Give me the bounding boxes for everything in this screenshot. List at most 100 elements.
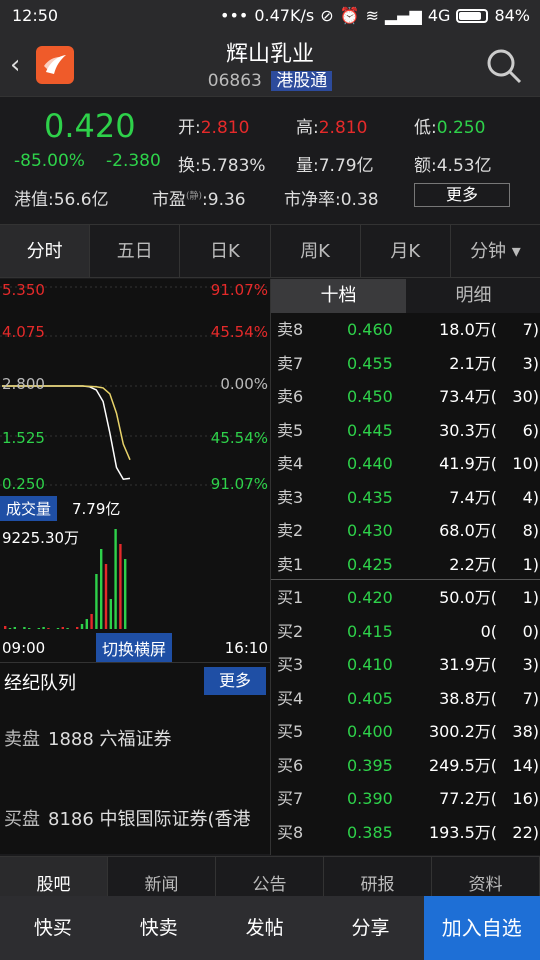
ask-row: 卖4 0.440 41.9万(10) — [271, 447, 540, 480]
change-percent: -85.00% — [14, 151, 85, 171]
bid-px: 0.385 — [347, 822, 393, 842]
stock-code-line: 06863 港股通 — [0, 66, 540, 91]
bid-lvl: 买3 — [277, 655, 304, 674]
volume-bar — [119, 544, 122, 629]
ask-px: 0.455 — [347, 353, 393, 373]
volume-bar — [104, 564, 108, 629]
broker-queue: 经纪队列 更多 卖盘 1888 六福证券 买盘 8186 中银国际证券(香港 — [0, 662, 270, 854]
ask-row: 卖2 0.430 68.0万(8) — [271, 514, 540, 547]
network-speed: 0.47K/s — [254, 6, 315, 25]
bid-px: 0.395 — [347, 755, 393, 775]
volume-bar — [23, 627, 26, 629]
bid-vol: 249.5万( — [428, 755, 497, 775]
tab-monthly-k[interactable]: 月K — [361, 225, 451, 277]
ask-lvl: 卖6 — [277, 387, 304, 406]
time-end-label: 16:10 — [224, 639, 268, 657]
broker-more-button[interactable]: 更多 — [204, 667, 266, 695]
volume-bar — [4, 626, 7, 629]
tab-five-day[interactable]: 五日 — [90, 225, 181, 277]
volume: 量:7.79亿 — [296, 156, 374, 176]
ask-vol: 41.9万( — [439, 454, 497, 473]
bid-px: 0.400 — [347, 722, 393, 741]
tab-ten-levels[interactable]: 十档 — [271, 279, 406, 313]
share-button[interactable]: 分享 — [318, 896, 424, 960]
bid-lvl: 买4 — [277, 688, 304, 708]
ask-px: 0.425 — [347, 554, 393, 574]
bid-px: 0.420 — [347, 588, 393, 607]
y-right-label: 45.54% — [210, 429, 268, 447]
bid-cnt: 14) — [512, 755, 539, 775]
tab-announcements[interactable]: 公告 — [216, 857, 324, 896]
add-to-watchlist-button[interactable]: 加入自选 — [423, 896, 540, 960]
bid-px: 0.390 — [347, 789, 393, 808]
bid-lvl: 买6 — [277, 755, 304, 775]
bid-px: 0.415 — [347, 621, 393, 641]
tab-research[interactable]: 研报 — [324, 857, 432, 896]
hk-connect-badge: 港股通 — [271, 71, 333, 91]
volume-bar — [61, 627, 64, 629]
y-left-label: 1.525 — [2, 429, 45, 447]
quick-sell-button[interactable]: 快卖 — [106, 896, 212, 960]
status-time: 12:50 — [12, 6, 59, 25]
ask-px: 0.430 — [347, 521, 393, 540]
news-tabs: 股吧 新闻 公告 研报 资料 — [0, 856, 540, 896]
tab-news[interactable]: 新闻 — [108, 857, 216, 896]
bottom-action-bar: 快买 快卖 发帖 分享 加入自选 — [0, 896, 540, 960]
y-right-label: 0.00% — [220, 375, 268, 393]
volume-bar — [13, 627, 16, 629]
bid-cnt: 38) — [512, 722, 539, 741]
ask-px: 0.460 — [347, 320, 393, 339]
status-bar: 12:50 ••• 0.47K/s ⊘ ⏰ ≋ ▂▄▆ 4G 84% — [0, 0, 540, 32]
tab-intraday[interactable]: 分时 — [0, 225, 91, 277]
bid-vol: 50.0万( — [439, 588, 497, 607]
bid-px: 0.410 — [347, 655, 393, 674]
high-price: 高:2.810 — [296, 118, 368, 138]
quick-buy-button[interactable]: 快买 — [0, 896, 106, 960]
tab-profile[interactable]: 资料 — [432, 857, 540, 896]
tab-minute[interactable]: 分钟 ▾ — [451, 225, 540, 277]
search-icon[interactable] — [484, 46, 524, 86]
tab-weekly-k[interactable]: 周K — [271, 225, 361, 277]
ask-px: 0.440 — [347, 454, 393, 473]
ask-vol: 30.3万( — [439, 420, 497, 440]
intraday-chart[interactable]: 5.350 4.075 2.800 1.525 0.250 91.07% 45.… — [0, 279, 270, 663]
bid-vol: 31.9万( — [439, 655, 497, 674]
bid-row: 买7 0.390 77.2万(16) — [271, 782, 540, 815]
ask-cnt: 7) — [522, 320, 539, 339]
ask-lvl: 卖5 — [277, 420, 304, 440]
network-type: 4G — [427, 6, 451, 25]
volume-bar — [100, 549, 103, 629]
landscape-button[interactable]: 切换横屏 — [96, 633, 173, 663]
ask-lvl: 卖8 — [277, 320, 304, 339]
ask-row: 卖1 0.425 2.2万(1) — [271, 548, 540, 581]
tab-details[interactable]: 明细 — [406, 279, 540, 313]
more-dots-icon: ••• — [220, 6, 249, 25]
volume-bar — [124, 559, 127, 629]
quote-more-button[interactable]: 更多 — [414, 183, 510, 207]
market-cap: 港值:56.6亿 — [14, 190, 109, 210]
ask-vol: 2.2万( — [449, 554, 497, 574]
ask-vol: 18.0万( — [439, 320, 497, 339]
bid-row: 买6 0.395 249.5万( 14) — [271, 749, 540, 782]
bid-vol: 193.5万( — [428, 822, 497, 842]
ask-cnt: 6) — [522, 420, 539, 440]
bid-row: 买5 0.400 300.2万( 38) — [271, 715, 540, 748]
tab-forum[interactable]: 股吧 — [0, 857, 108, 896]
turnover-rate: 换:5.783% — [178, 156, 266, 176]
bid-cnt: 16) — [512, 789, 539, 808]
chart-tabs: 分时 五日 日K 周K 月K 分钟 ▾ — [0, 224, 540, 278]
volume-bar — [80, 624, 84, 629]
tab-daily-k[interactable]: 日K — [180, 225, 271, 277]
bid-cnt: 1) — [522, 588, 539, 607]
bid-vol: 77.2万( — [439, 789, 497, 808]
order-book: 十档 明细 卖8 0.460 18.0万(7) 卖7 0.455 2.1万(3) 卖6 0.4… — [270, 279, 540, 855]
volume-bar — [95, 574, 98, 629]
ask-row: 卖6 0.450 73.4万(30) — [271, 380, 540, 413]
bid-row: 买1 0.420 50.0万(1) — [271, 581, 540, 614]
broker-sell-row: 卖盘 1888 六福证券 — [4, 729, 172, 750]
bid-lvl: 买5 — [277, 722, 304, 741]
bid-vol: 300.2万( — [428, 722, 497, 741]
post-button[interactable]: 发帖 — [212, 896, 318, 960]
ask-row: 卖5 0.445 30.3万(6) — [271, 414, 540, 447]
wifi-icon: ≋ — [365, 6, 379, 25]
